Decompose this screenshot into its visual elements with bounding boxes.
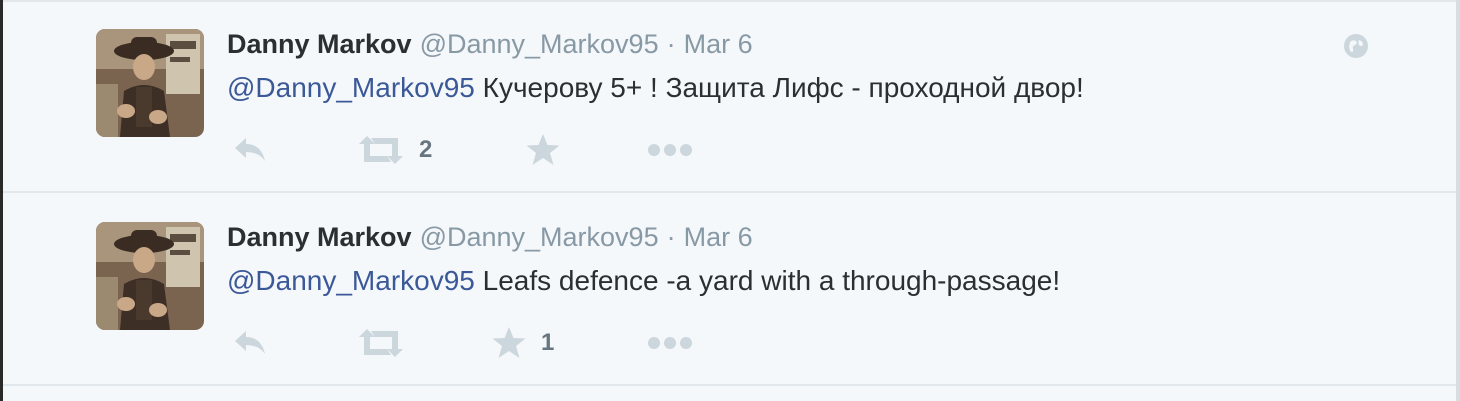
mention-link[interactable]: @Danny_Markov95 (227, 72, 475, 103)
author-handle[interactable]: @Danny_Markov95 (420, 222, 659, 252)
favorite-icon (526, 134, 560, 165)
retweet-count: 2 (419, 136, 433, 163)
retweet-icon (359, 329, 403, 357)
retweet-icon (359, 136, 403, 164)
author-name[interactable]: Danny Markov (227, 29, 412, 59)
tweet[interactable]: Danny Markov @Danny_Markov95 · Mar 6 @Danny… (3, 195, 1456, 386)
separator: · (666, 222, 676, 252)
more-icon (648, 337, 692, 349)
avatar[interactable] (96, 29, 204, 137)
reply-icon (235, 331, 265, 354)
tweet-actions: 2 (227, 130, 827, 170)
tweet-actions: 1 (227, 323, 827, 363)
author-name[interactable]: Danny Markov (227, 222, 412, 252)
mention-link[interactable]: @Danny_Markov95 (227, 265, 475, 296)
tweet-header: Danny Markov @Danny_Markov95 · Mar 6 (227, 27, 753, 61)
separator: · (666, 29, 676, 59)
reply-button[interactable] (231, 323, 269, 363)
favorite-button[interactable]: 1 (491, 323, 554, 363)
tweet-body: Leafs defence -a yard with a through-pas… (474, 265, 1061, 296)
tweet-date[interactable]: Mar 6 (684, 222, 753, 252)
tweet-date[interactable]: Mar 6 (684, 29, 753, 59)
tweet[interactable]: Danny Markov @Danny_Markov95 · Mar 6 @Danny… (3, 2, 1456, 193)
tweet-text: @Danny_Markov95 Кучерову 5+ ! Защита Лиф… (227, 69, 1084, 107)
reply-button[interactable] (231, 130, 269, 170)
globe-icon[interactable] (1343, 33, 1369, 59)
more-button[interactable] (647, 323, 693, 363)
more-button[interactable] (647, 130, 693, 170)
favorite-count: 1 (541, 329, 555, 356)
tweet-text: @Danny_Markov95 Leafs defence -a yard wi… (227, 262, 1060, 300)
more-icon (648, 144, 692, 156)
favorite-button[interactable] (525, 130, 575, 170)
window-right-edge (1456, 0, 1460, 401)
tweet-body: Кучерову 5+ ! Защита Лифс - проходной дв… (474, 72, 1084, 103)
author-handle[interactable]: @Danny_Markov95 (420, 29, 659, 59)
retweet-button[interactable]: 2 (357, 130, 432, 170)
avatar[interactable] (96, 222, 204, 330)
favorite-icon (492, 327, 526, 358)
retweet-button[interactable] (357, 323, 419, 363)
tweet-header: Danny Markov @Danny_Markov95 · Mar 6 (227, 220, 753, 254)
reply-icon (235, 138, 265, 161)
